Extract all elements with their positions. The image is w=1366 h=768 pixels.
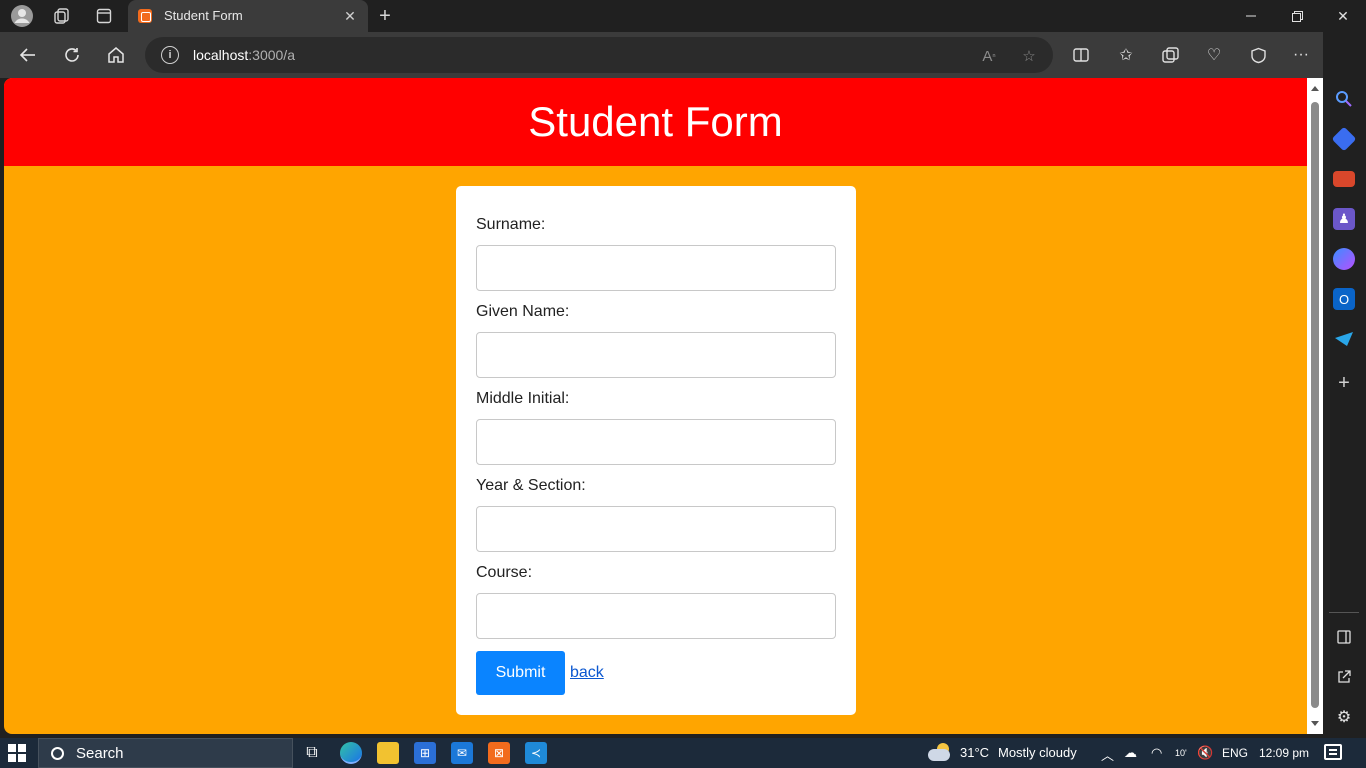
collections-icon[interactable] xyxy=(1155,40,1185,70)
notification-center-icon[interactable] xyxy=(1324,744,1342,760)
surname-label: Surname: xyxy=(476,216,546,233)
close-window-icon[interactable]: ✕ xyxy=(1320,0,1366,32)
sidebar-divider xyxy=(1329,612,1359,613)
course-label: Course: xyxy=(476,564,533,581)
display-icon[interactable]: 10' xyxy=(1175,748,1187,758)
address-bar[interactable]: i localhost:3000/a Aⁿ ☆ xyxy=(145,37,1053,73)
submit-button[interactable]: Submit xyxy=(476,651,565,695)
middle-initial-input[interactable] xyxy=(476,419,836,465)
tab-student-form[interactable]: Student Form ✕ xyxy=(128,0,368,32)
title-bar: Student Form ✕ + ✕ xyxy=(0,0,1366,32)
taskbar-mail-icon[interactable]: ✉ xyxy=(451,742,473,764)
tab-actions-icon[interactable] xyxy=(91,4,117,28)
restore-icon[interactable] xyxy=(1274,0,1320,32)
page-scrollbar[interactable] xyxy=(1307,78,1323,734)
split-screen-icon[interactable] xyxy=(1066,40,1096,70)
sidebar-microsoft365-icon[interactable] xyxy=(1333,248,1355,270)
form-actions: Submit back xyxy=(476,651,604,695)
taskbar-file-explorer-icon[interactable] xyxy=(377,742,399,764)
tab-title: Student Form xyxy=(164,8,243,23)
windows-start-icon[interactable] xyxy=(8,744,26,762)
year-section-input[interactable] xyxy=(476,506,836,552)
scroll-down-arrow-icon[interactable] xyxy=(1311,721,1319,726)
home-icon[interactable] xyxy=(101,40,131,70)
back-arrow-icon[interactable] xyxy=(13,40,43,70)
taskbar-search-box[interactable]: Search xyxy=(38,738,293,768)
weather-cloudy-icon xyxy=(928,743,950,761)
extensions-icon[interactable] xyxy=(1243,40,1273,70)
page-header: Student Form xyxy=(4,78,1307,166)
weather-condition[interactable]: Mostly cloudy xyxy=(998,745,1077,760)
scroll-thumb[interactable] xyxy=(1311,102,1319,708)
minimize-icon[interactable] xyxy=(1228,0,1274,32)
tray-chevron-up-icon[interactable]: ︿ xyxy=(1101,745,1114,764)
new-tab-icon[interactable]: + xyxy=(372,4,398,28)
onedrive-icon[interactable]: ☁ xyxy=(1124,745,1137,761)
windows-taskbar: Search ⧉ ⊞ ✉ ⊠ ≺ 31°C Mostly cloudy ︿ ☁ … xyxy=(0,738,1366,768)
taskbar-vscode-icon[interactable]: ≺ xyxy=(525,742,547,764)
sidebar-drop-icon[interactable] xyxy=(1333,328,1355,350)
surname-input[interactable] xyxy=(476,245,836,291)
site-info-icon[interactable]: i xyxy=(161,46,179,64)
task-view-icon[interactable]: ⧉ xyxy=(301,742,323,764)
scroll-up-arrow-icon[interactable] xyxy=(1311,86,1319,91)
taskbar-xampp-icon[interactable]: ⊠ xyxy=(488,742,510,764)
back-link[interactable]: back xyxy=(570,664,604,682)
edge-sidebar: ♟ O + ⚙ xyxy=(1323,32,1366,734)
course-input[interactable] xyxy=(476,593,836,639)
sidebar-hide-icon[interactable] xyxy=(1333,626,1355,648)
taskbar-store-icon[interactable]: ⊞ xyxy=(414,742,436,764)
sidebar-tools-icon[interactable] xyxy=(1333,171,1355,187)
refresh-icon[interactable] xyxy=(57,40,87,70)
page-title: Student Form xyxy=(528,98,783,145)
middle-initial-label: Middle Initial: xyxy=(476,390,570,407)
favorite-star-icon[interactable]: ☆ xyxy=(1018,45,1040,67)
language-indicator[interactable]: ENG xyxy=(1222,746,1248,760)
profile-icon[interactable] xyxy=(9,4,35,28)
sidebar-settings-gear-icon[interactable]: ⚙ xyxy=(1333,706,1355,728)
student-form: Surname: Given Name: Middle Initial: Yea… xyxy=(456,186,856,715)
sidebar-outlook-icon[interactable]: O xyxy=(1333,288,1355,310)
year-section-label: Year & Section: xyxy=(476,477,586,494)
favorites-icon[interactable]: ✩ xyxy=(1111,40,1141,70)
workspaces-icon[interactable] xyxy=(49,4,75,28)
browser-essentials-icon[interactable]: ♡ xyxy=(1199,40,1229,70)
close-tab-icon[interactable]: ✕ xyxy=(340,6,360,26)
taskbar-search-label: Search xyxy=(76,744,124,762)
sidebar-external-link-icon[interactable] xyxy=(1333,666,1355,688)
sidebar-shopping-icon[interactable] xyxy=(1331,126,1357,152)
read-aloud-icon[interactable]: Aⁿ xyxy=(978,45,1000,67)
sidebar-search-icon[interactable] xyxy=(1333,88,1355,110)
url-text: localhost:3000/a xyxy=(193,47,295,63)
search-icon xyxy=(51,746,64,760)
sidebar-add-icon[interactable]: + xyxy=(1333,372,1355,394)
given-name-label: Given Name: xyxy=(476,303,570,320)
wifi-icon[interactable]: ◠ xyxy=(1151,745,1162,761)
sidebar-games-icon[interactable]: ♟ xyxy=(1333,208,1355,230)
given-name-input[interactable] xyxy=(476,332,836,378)
speaker-muted-icon[interactable]: 🔇 xyxy=(1197,745,1213,761)
page-viewport: Student Form Surname: Given Name: Middle… xyxy=(4,78,1307,734)
more-menu-icon[interactable]: ··· xyxy=(1286,40,1316,70)
xampp-favicon-icon xyxy=(138,9,152,23)
taskbar-edge-icon[interactable] xyxy=(340,742,362,764)
clock-time[interactable]: 12:09 pm xyxy=(1259,746,1309,760)
weather-temperature[interactable]: 31°C xyxy=(960,745,989,760)
